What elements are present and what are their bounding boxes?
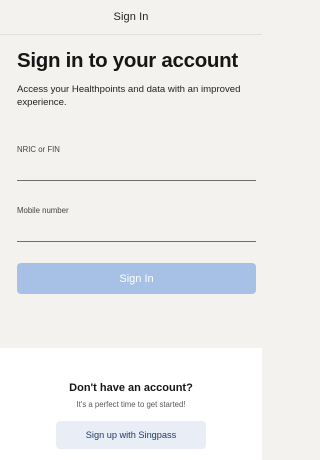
mobile-field-group: Mobile number	[17, 206, 256, 242]
mobile-label: Mobile number	[17, 206, 69, 215]
signup-subtitle: It's a perfect time to get started!	[76, 400, 186, 409]
signup-section: Don't have an account? It's a perfect ti…	[0, 348, 262, 460]
mobile-input[interactable]	[17, 215, 256, 242]
signup-heading: Don't have an account?	[69, 382, 193, 394]
sign-in-form: Sign in to your account Access your Heal…	[0, 49, 262, 294]
top-bar: Sign In	[0, 0, 262, 35]
nric-input[interactable]	[17, 154, 256, 181]
sign-in-screen: Sign In Sign in to your account Access y…	[0, 0, 262, 460]
form-description: Access your Healthpoints and data with a…	[17, 84, 241, 108]
singpass-signup-button[interactable]: Sign up with Singpass	[56, 421, 206, 449]
form-heading: Sign in to your account	[17, 49, 238, 72]
page-title: Sign In	[113, 11, 149, 23]
sign-in-button[interactable]: Sign In	[17, 263, 256, 294]
nric-field-group: NRIC or FIN	[17, 145, 256, 181]
nric-label: NRIC or FIN	[17, 145, 60, 154]
